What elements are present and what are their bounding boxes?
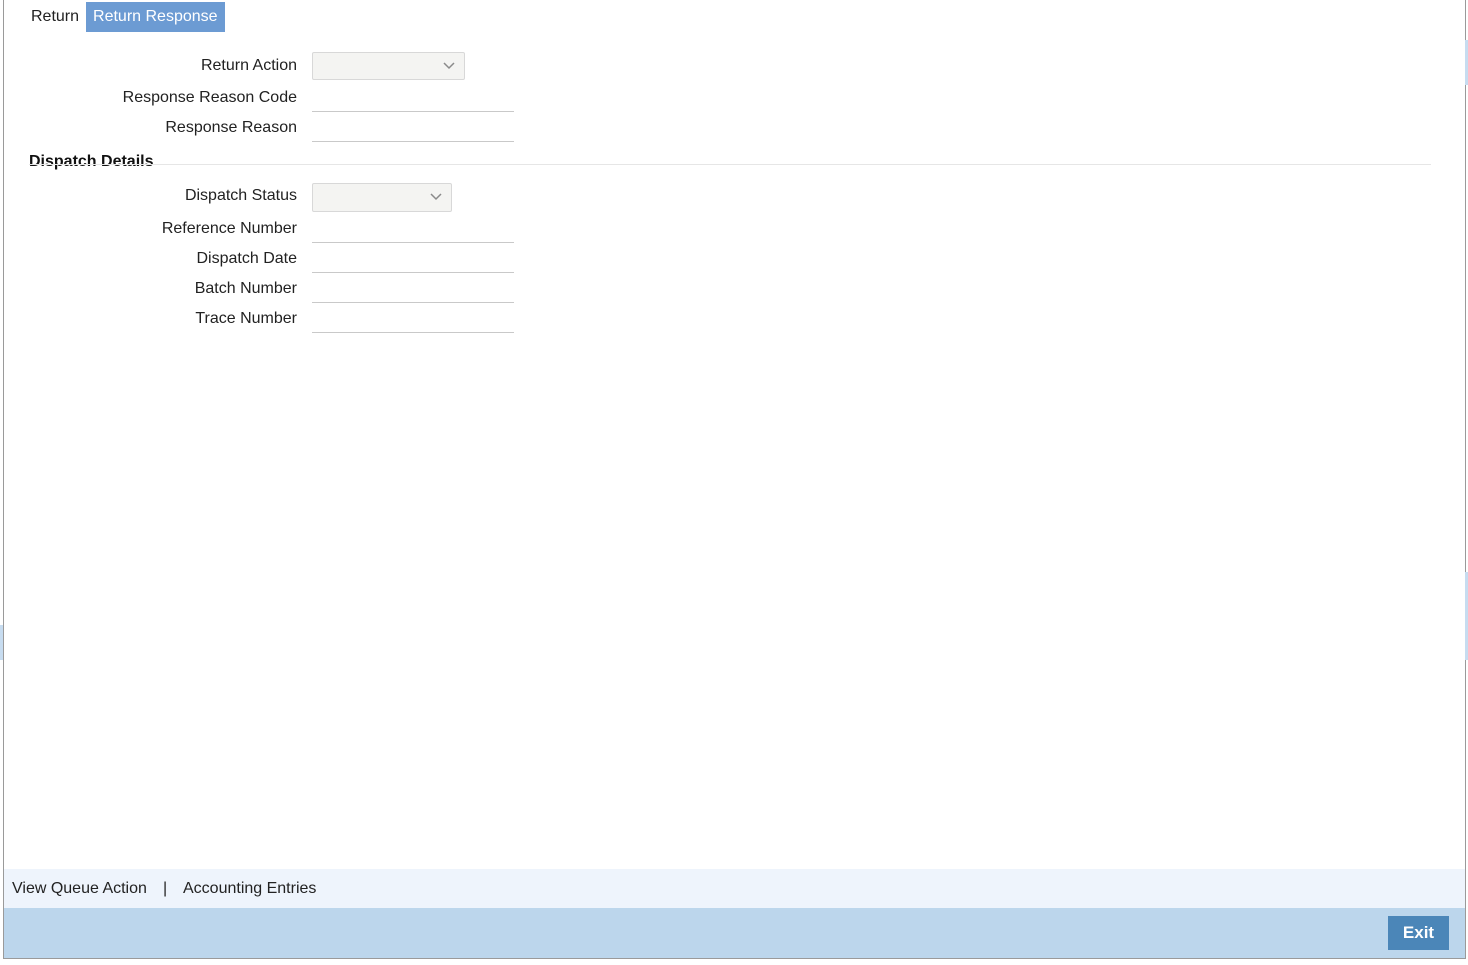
response-reason-code-label: Response Reason Code xyxy=(122,89,297,106)
tab-return[interactable]: Return xyxy=(24,2,86,32)
return-action-label: Return Action xyxy=(200,57,297,74)
response-reason-code-input[interactable] xyxy=(312,84,514,112)
tab-return-response[interactable]: Return Response xyxy=(86,2,225,32)
return-action-row: Return Action xyxy=(4,52,1465,80)
batch-number-row: Batch Number xyxy=(4,275,1465,303)
chevron-down-icon xyxy=(443,62,455,70)
dispatch-date-row: Dispatch Date xyxy=(4,245,1465,273)
dispatch-date-input[interactable] xyxy=(312,245,514,273)
response-reason-label: Response Reason xyxy=(165,119,297,136)
edge-accent xyxy=(0,625,3,660)
dispatch-status-row: Dispatch Status xyxy=(4,183,1465,212)
trace-number-row: Trace Number xyxy=(4,305,1465,333)
batch-number-label: Batch Number xyxy=(194,280,297,297)
accounting-entries-link[interactable]: Accounting Entries xyxy=(183,869,316,909)
bottom-links-bar: View Queue Action | Accounting Entries xyxy=(4,869,1465,908)
batch-number-input[interactable] xyxy=(312,275,514,303)
reference-number-input[interactable] xyxy=(312,215,514,243)
response-reason-input[interactable] xyxy=(312,114,514,142)
trace-number-label: Trace Number xyxy=(195,310,297,327)
footer-bar: Exit xyxy=(4,908,1465,958)
section-divider xyxy=(29,164,1431,165)
link-separator: | xyxy=(163,880,168,897)
chevron-down-icon xyxy=(430,193,442,201)
return-action-select[interactable] xyxy=(312,52,465,80)
reference-number-row: Reference Number xyxy=(4,215,1465,243)
reference-number-label: Reference Number xyxy=(161,220,297,237)
dispatch-details-heading: Dispatch Details xyxy=(29,153,154,170)
trace-number-input[interactable] xyxy=(312,305,514,333)
dispatch-status-label: Dispatch Status xyxy=(184,187,297,204)
view-queue-action-link[interactable]: View Queue Action xyxy=(12,869,147,909)
tab-bar: Return Return Response xyxy=(24,2,225,32)
response-reason-code-row: Response Reason Code xyxy=(4,84,1465,112)
return-response-window: Return Return Response Return Action Res… xyxy=(3,0,1466,959)
response-reason-row: Response Reason xyxy=(4,114,1465,142)
dispatch-date-label: Dispatch Date xyxy=(196,250,298,267)
dispatch-status-select[interactable] xyxy=(312,183,452,212)
exit-button[interactable]: Exit xyxy=(1388,916,1449,950)
